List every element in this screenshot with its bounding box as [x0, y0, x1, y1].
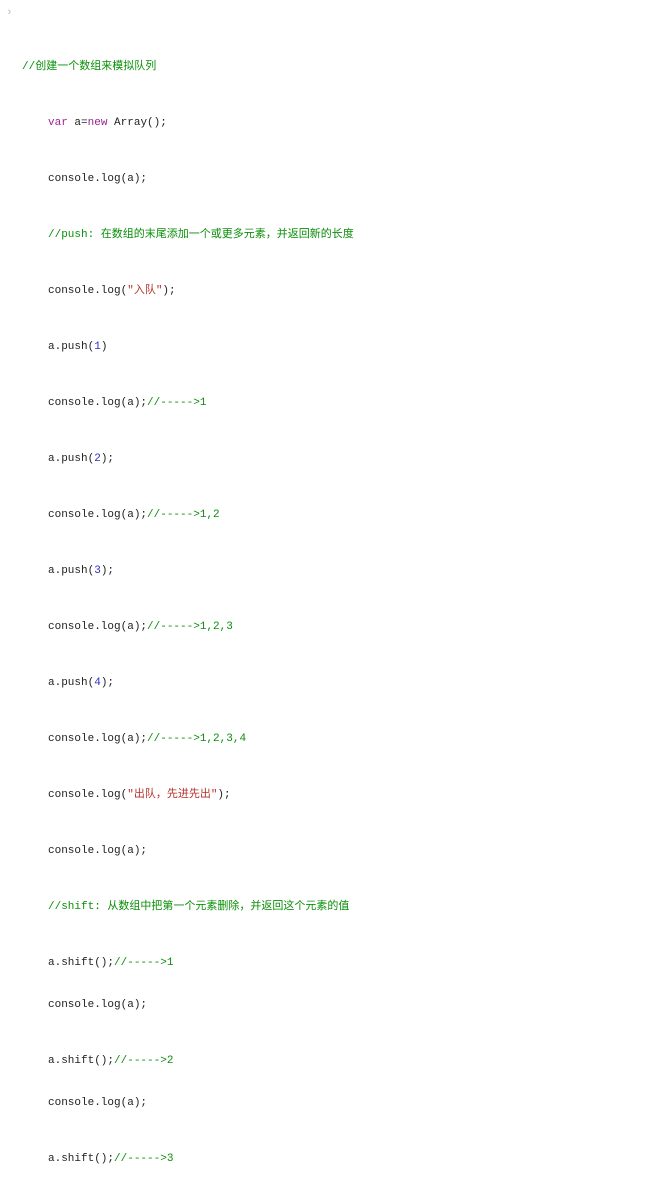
code-text: a.push(: [48, 565, 94, 577]
code-string: "出队，先进先出": [127, 789, 217, 801]
code-text: );: [162, 285, 175, 297]
code-comment: //push: 在数组的末尾添加一个或更多元素，并返回新的长度: [48, 229, 354, 241]
code-number: 1: [94, 341, 101, 353]
code-text: console.log(a);: [48, 509, 147, 521]
code-text: console.log(: [48, 789, 127, 801]
code-number: 3: [94, 565, 101, 577]
code-keyword: new: [88, 117, 108, 129]
code-number: 4: [94, 677, 101, 689]
code-input-block[interactable]: › //创建一个数组来模拟队列 var a=new Array(); conso…: [8, 4, 662, 1180]
code-text: a.shift();: [48, 1153, 114, 1165]
code-text: a=: [68, 117, 88, 129]
code-text: a.push(: [48, 677, 94, 689]
code-text: Array();: [107, 117, 166, 129]
code-text: a.shift();: [48, 1055, 114, 1067]
code-number: 2: [94, 453, 101, 465]
code-text: ): [101, 341, 108, 353]
code-text: console.log(a);: [48, 621, 147, 633]
code-comment: //----->2: [114, 1055, 173, 1067]
code-comment: //shift: 从数组中把第一个元素删除，并返回这个元素的值: [48, 901, 349, 913]
code-text: a.push(: [48, 453, 94, 465]
code-comment: //----->1: [147, 397, 206, 409]
chevron-down-icon: ›: [6, 6, 13, 20]
code-text: );: [101, 565, 114, 577]
code-comment: //----->1,2: [147, 509, 220, 521]
code-text: console.log(a);: [48, 173, 147, 185]
code-string: "入队": [127, 285, 162, 297]
code-comment: //----->1,2,3: [147, 621, 233, 633]
code-text: console.log(a);: [48, 845, 147, 857]
code-text: console.log(a);: [48, 999, 147, 1011]
code-comment: //----->3: [114, 1153, 173, 1165]
code-text: console.log(a);: [48, 397, 147, 409]
code-text: );: [101, 677, 114, 689]
code-text: );: [217, 789, 230, 801]
code-comment: //----->1,2,3,4: [147, 733, 246, 745]
code-text: console.log(: [48, 285, 127, 297]
code-text: console.log(a);: [48, 1097, 147, 1109]
code-text: );: [101, 453, 114, 465]
code-text: a.shift();: [48, 957, 114, 969]
code-keyword: var: [48, 117, 68, 129]
code-text: a.push(: [48, 341, 94, 353]
code-text: console.log(a);: [48, 733, 147, 745]
code-comment: //创建一个数组来模拟队列: [22, 61, 156, 73]
code-comment: //----->1: [114, 957, 173, 969]
